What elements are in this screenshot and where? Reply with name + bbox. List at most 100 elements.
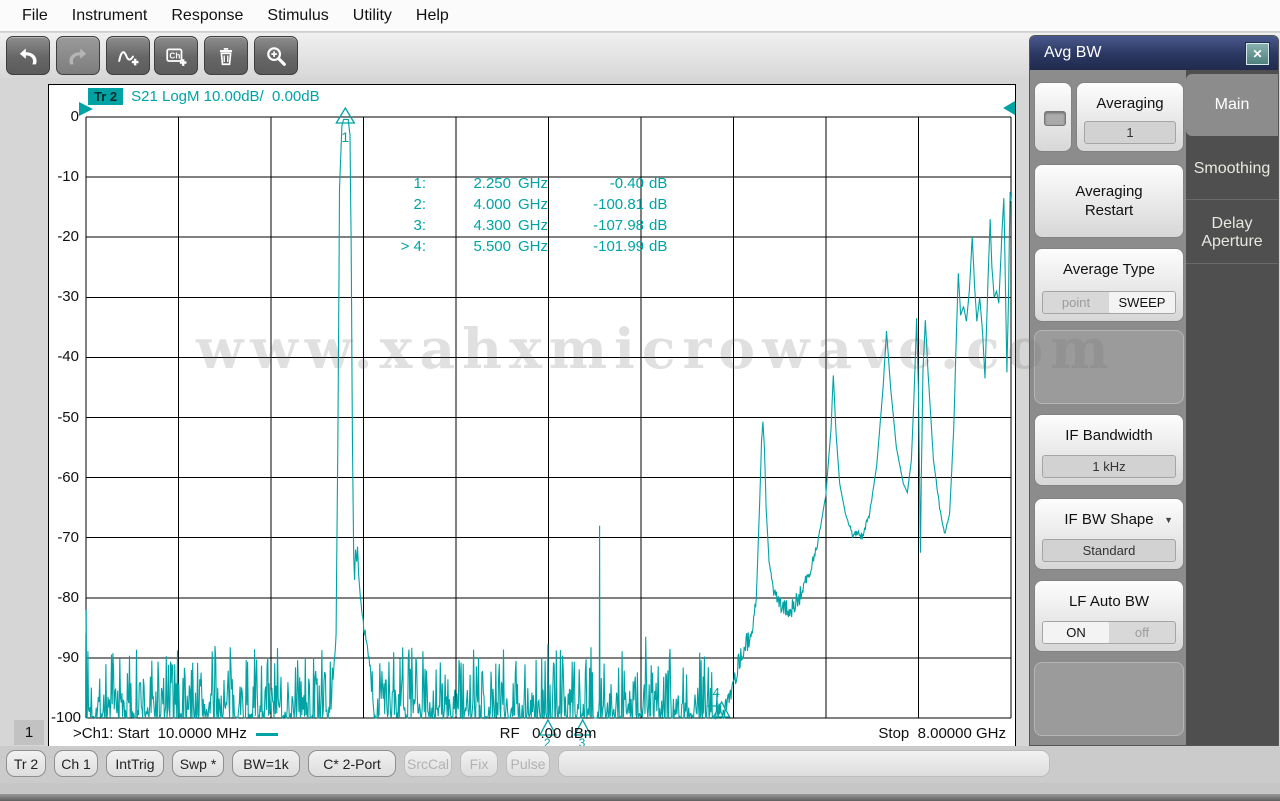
menu-file[interactable]: File [10, 7, 60, 25]
averaging-toggle-button[interactable] [1034, 82, 1072, 152]
menu-utility[interactable]: Utility [341, 7, 404, 25]
marker-1-freq: 2.250 [473, 175, 511, 192]
panel-title: Avg BW [1044, 44, 1102, 61]
lf-auto-bw-button[interactable]: LF Auto BW ON off [1034, 580, 1184, 652]
lf-auto-bw-toggle[interactable]: ON off [1042, 621, 1176, 644]
add-trace-icon[interactable] [106, 36, 150, 75]
status-ch-1[interactable]: Ch 1 [54, 750, 98, 777]
start-frequency-label[interactable]: >Ch1: Start 10.0000 MHz [73, 725, 278, 742]
y-tick-label: -70 [57, 528, 79, 546]
if-bw-shape-button[interactable]: IF BW Shape ▼ Standard [1034, 498, 1184, 570]
marker-3-freq: 4.300 [473, 217, 511, 234]
stop-frequency-label[interactable]: Stop 8.00000 GHz [878, 725, 1006, 742]
marker-3-label: 3: [413, 217, 426, 234]
menu-instrument[interactable]: Instrument [60, 7, 160, 25]
averaging-label: Averaging [1096, 95, 1164, 112]
y-tick-label: -30 [57, 288, 79, 306]
svg-text:1: 1 [341, 129, 349, 145]
marker-2-funit: GHz [518, 196, 548, 213]
marker-2-freq: 4.000 [473, 196, 511, 213]
add-channel-icon[interactable]: Ch [154, 36, 198, 75]
window-edge [0, 794, 1280, 801]
status-pulse[interactable]: Pulse [506, 750, 550, 777]
y-tick-label: -60 [57, 468, 79, 486]
y-tick-label: -50 [57, 408, 79, 426]
trace-style-swatch [255, 732, 278, 736]
y-tick-label: -40 [57, 348, 79, 366]
marker-2-label: 2: [413, 196, 426, 213]
if-bw-shape-label: IF BW Shape [1064, 511, 1154, 528]
marker-4-freq: 5.500 [473, 238, 511, 255]
marker-1-glyph: 1 [335, 106, 356, 145]
averaging-restart-button[interactable]: Averaging Restart [1034, 164, 1184, 238]
rf-power-label[interactable]: RF 0.00 dBm [438, 725, 658, 742]
if-bandwidth-label: IF Bandwidth [1065, 427, 1153, 444]
avg-bw-panel: Avg BW ✕ Main Smoothing Delay Aperture Ave… [1030, 36, 1278, 745]
close-icon[interactable]: ✕ [1245, 42, 1270, 66]
y-tick-label: -80 [57, 588, 79, 606]
status-bar: Tr 2 Ch 1 IntTrig Swp * BW=1k C* 2-Port SrcCal… [0, 746, 1280, 783]
marker-3-val: -107.98 [593, 217, 644, 234]
marker-1-vunit: dB [649, 175, 668, 192]
marker-4-label: > 4: [400, 238, 426, 255]
marker-readout-table: 1: 2.250 GHz -0.40 dB 2: 4.000 GHz -100.81 dB 3: 4.… [349, 173, 684, 257]
averaging-button[interactable]: Averaging 1 [1076, 82, 1184, 152]
zoom-in-icon[interactable] [254, 36, 298, 75]
undo-icon[interactable] [6, 36, 50, 75]
marker-3-funit: GHz [518, 217, 548, 234]
averaging-value: 1 [1084, 121, 1176, 144]
plot-area[interactable]: 1234 Tr 2 S21 LogM 10.00dB/ 0.00dB 0 -10-… [48, 84, 1016, 750]
tab-smoothing[interactable]: Smoothing [1186, 138, 1278, 200]
if-bandwidth-button[interactable]: IF Bandwidth 1 kHz [1034, 414, 1184, 486]
status-swp-[interactable]: Swp * [172, 750, 224, 777]
marker-4-val: -101.99 [593, 238, 644, 255]
y-tick-label: -10 [57, 168, 79, 186]
averaging-led-indicator [1044, 111, 1066, 126]
app-window: File Instrument Response Stimulus Utility Hel… [0, 0, 1280, 801]
if-bandwidth-value: 1 kHz [1042, 455, 1176, 478]
status-tr-2[interactable]: Tr 2 [6, 750, 46, 777]
y-tick-label: -90 [57, 648, 79, 666]
average-type-button[interactable]: Average Type point SWEEP [1034, 248, 1184, 322]
lf-auto-bw-label: LF Auto BW [1068, 593, 1150, 610]
svg-text:4: 4 [713, 685, 720, 700]
redo-icon [56, 36, 100, 75]
status-c-2-port[interactable]: C* 2-Port [308, 750, 396, 777]
status-srccal[interactable]: SrcCal [404, 750, 452, 777]
menu-stimulus[interactable]: Stimulus [255, 7, 340, 25]
status-inttrig[interactable]: IntTrig [106, 750, 164, 777]
panel-title-bar: Avg BW ✕ [1030, 36, 1278, 70]
averaging-restart-label: Averaging Restart [1075, 183, 1143, 219]
menu-response[interactable]: Response [159, 7, 255, 25]
trace-format-label: S21 LogM 10.00dB/ 0.00dB [131, 87, 320, 105]
tab-delay-aperture[interactable]: Delay Aperture [1186, 202, 1278, 264]
average-type-option-sweep[interactable]: SWEEP [1109, 292, 1175, 313]
y-tick-label: -100 [51, 709, 82, 726]
menu-help[interactable]: Help [404, 7, 461, 25]
tab-main[interactable]: Main [1186, 74, 1278, 136]
stimulus-row: >Ch1: Start 10.0000 MHz RF 0.00 dBm Stop… [49, 725, 1015, 747]
delete-icon[interactable] [204, 36, 248, 75]
average-type-label: Average Type [1062, 261, 1155, 278]
lf-auto-bw-option-on[interactable]: ON [1043, 622, 1109, 643]
status-bw-1k[interactable]: BW=1k [232, 750, 300, 777]
channel-number-badge[interactable]: 1 [14, 720, 44, 745]
average-type-toggle[interactable]: point SWEEP [1042, 291, 1176, 314]
svg-text:Ch: Ch [169, 51, 180, 60]
panel-tab-strip: Main Smoothing Delay Aperture [1186, 70, 1278, 745]
chevron-down-icon[interactable]: ▼ [1164, 515, 1173, 525]
marker-3-vunit: dB [649, 217, 668, 234]
lf-auto-bw-option-off[interactable]: off [1109, 622, 1175, 643]
marker-4-funit: GHz [518, 238, 548, 255]
menu-bar: File Instrument Response Stimulus Utility Hel… [0, 0, 1280, 32]
trace-badge[interactable]: Tr 2 [88, 87, 124, 105]
marker-2-val: -100.81 [593, 196, 644, 213]
marker-4-vunit: dB [649, 238, 668, 255]
marker-1-val: -0.40 [609, 175, 644, 192]
y-tick-label: 0 [70, 108, 79, 125]
status-empty[interactable] [558, 750, 1050, 777]
average-type-option-point[interactable]: point [1043, 292, 1109, 313]
marker-1-label: 1: [413, 175, 426, 192]
status-fix[interactable]: Fix [460, 750, 498, 777]
blank-softkey [1034, 662, 1184, 736]
